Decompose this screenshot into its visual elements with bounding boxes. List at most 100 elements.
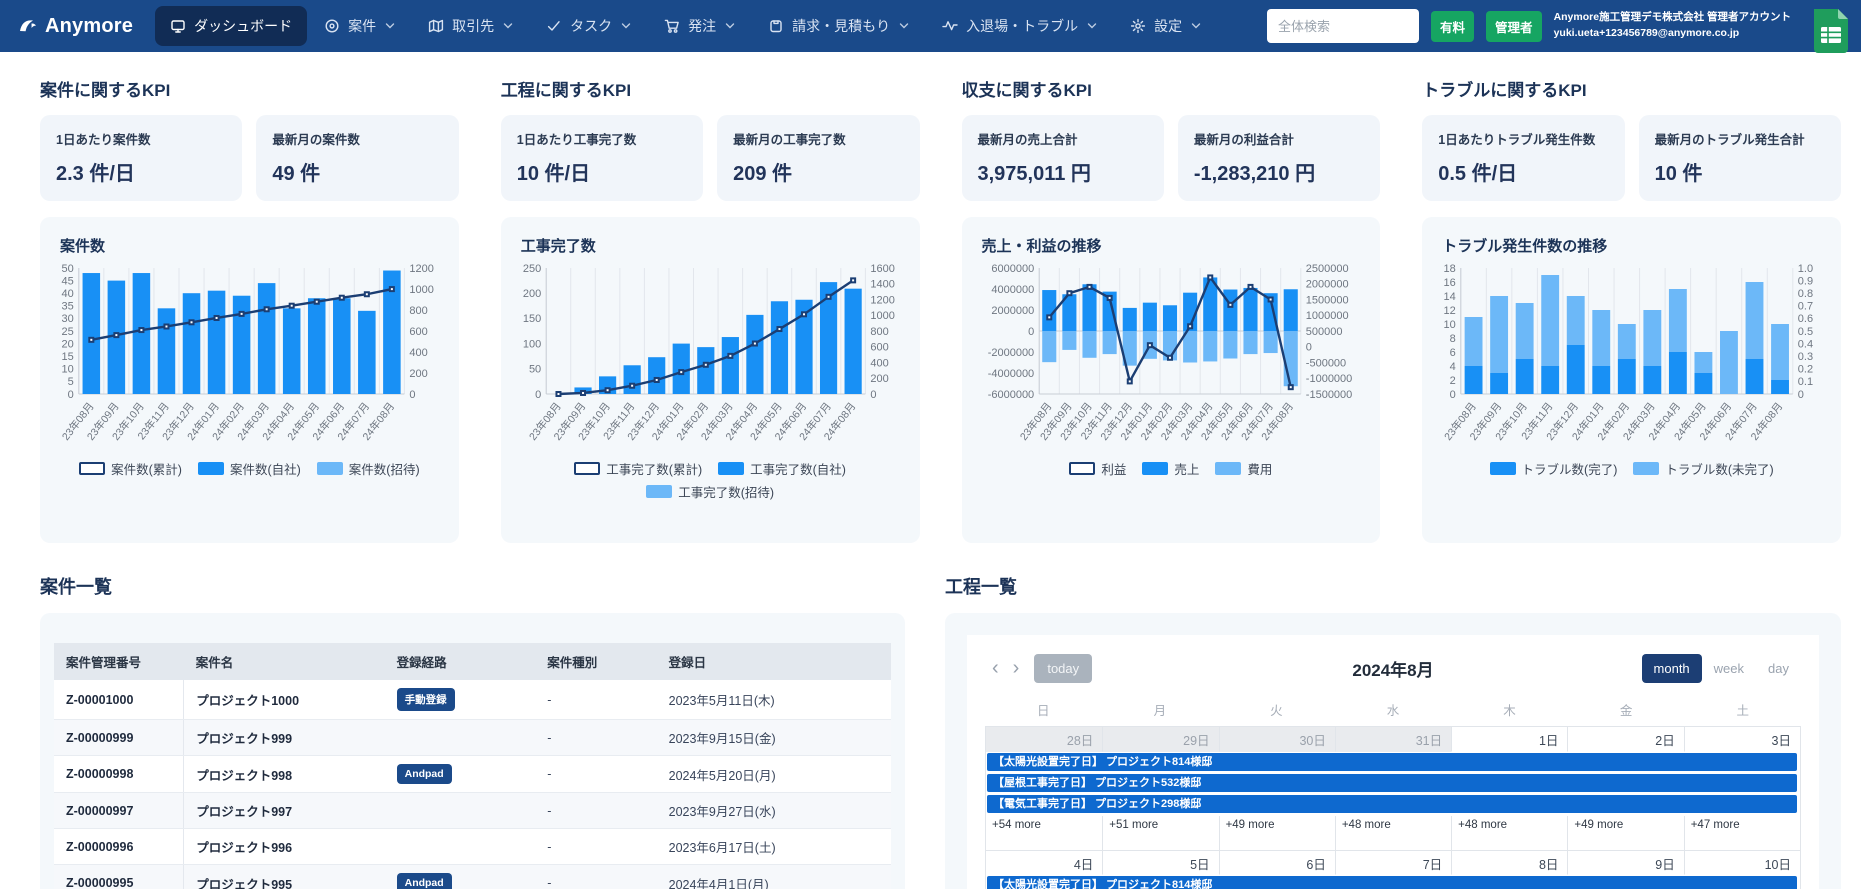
more-events-link[interactable]: +47 more: [1684, 816, 1800, 850]
svg-text:200: 200: [523, 288, 541, 300]
legend-item[interactable]: 案件数(自社): [198, 459, 301, 478]
calendar-event[interactable]: 【太陽光設置完了日】 プロジェクト814様邸: [987, 876, 1797, 889]
nav-item-ダッシュボード[interactable]: ダッシュボード: [155, 6, 307, 46]
nav-item-タスク[interactable]: タスク: [531, 6, 647, 46]
project-date: 2024年5月20日(月): [657, 756, 891, 793]
legend-item[interactable]: 案件数(招待): [317, 459, 420, 478]
legend-item[interactable]: 工事完了数(招待): [646, 482, 774, 501]
nav-item-請求・見積もり[interactable]: 請求・見積もり: [753, 6, 925, 46]
chart-card: 売上・利益の推移-6000000-4000000-200000002000000…: [962, 217, 1381, 543]
invoice-icon: [768, 18, 784, 34]
plan-badge: 有料: [1431, 11, 1474, 42]
calendar-date-cell[interactable]: 9日: [1567, 850, 1683, 875]
legend-item[interactable]: 案件数(累計): [79, 459, 182, 478]
account-info: Anymore施工管理デモ株式会社 管理者アカウント yuki.ueta+123…: [1554, 10, 1791, 42]
calendar-weekday-header: 日月火水木金土: [985, 695, 1801, 724]
calendar-date-cell[interactable]: 3日: [1684, 727, 1800, 752]
search-box: [1267, 9, 1419, 43]
svg-text:-500000: -500000: [1305, 357, 1345, 369]
svg-text:800: 800: [870, 326, 888, 338]
more-events-link[interactable]: +54 more: [986, 816, 1102, 850]
project-route: [385, 720, 536, 756]
calendar-event[interactable]: 【太陽光設置完了日】 プロジェクト814様邸: [987, 753, 1797, 771]
table-row[interactable]: Z-00000998プロジェクト998Andpad-2024年5月20日(月): [54, 756, 891, 793]
calendar-view-month[interactable]: month: [1642, 654, 1702, 683]
svg-text:6000000: 6000000: [991, 263, 1034, 275]
project-name: プロジェクト995: [184, 865, 385, 889]
projects-table: 案件管理番号案件名登録経路案件種別登録日 Z-00001000プロジェクト100…: [54, 643, 891, 889]
calendar-date-cell[interactable]: 1日: [1451, 727, 1567, 752]
spreadsheet-icon[interactable]: [1810, 7, 1852, 60]
calendar-date-cell[interactable]: 7日: [1335, 850, 1451, 875]
svg-text:-4000000: -4000000: [987, 368, 1033, 380]
table-row[interactable]: Z-00000996プロジェクト996-2023年6月17日(土): [54, 829, 891, 865]
column-header: 案件名: [184, 643, 385, 680]
project-name: プロジェクト997: [184, 793, 385, 829]
svg-text:0.3: 0.3: [1798, 351, 1813, 363]
svg-text:200: 200: [409, 368, 427, 380]
column-header: 案件種別: [535, 643, 656, 680]
svg-text:5: 5: [68, 376, 74, 388]
svg-text:18: 18: [1444, 263, 1456, 275]
legend-item[interactable]: 工事完了数(自社): [718, 459, 846, 478]
chart-title: 案件数: [60, 235, 445, 256]
map-icon: [428, 18, 444, 34]
calendar-event[interactable]: 【電気工事完了日】 プロジェクト298様邸: [987, 795, 1797, 813]
calendar-date-cell[interactable]: 10日: [1684, 850, 1800, 875]
table-row[interactable]: Z-00001000プロジェクト1000手動登録-2023年5月11日(木): [54, 680, 891, 720]
calendar-date-cell[interactable]: 5日: [1102, 850, 1218, 875]
kpi-value: 3,975,011 円: [978, 157, 1148, 186]
kpi-section-title: トラブルに関するKPI: [1422, 76, 1841, 101]
more-events-link[interactable]: +48 more: [1451, 816, 1567, 850]
brand[interactable]: Anymore: [18, 15, 133, 38]
calendar-event[interactable]: 【屋根工事完了日】 プロジェクト532様邸: [987, 774, 1797, 792]
calendar-date-cell[interactable]: 28日: [986, 727, 1102, 752]
calendar-date-cell[interactable]: 4日: [986, 850, 1102, 875]
table-row[interactable]: Z-00000995プロジェクト995Andpad-2024年4月1日(月): [54, 865, 891, 889]
calendar-date-cell[interactable]: 2日: [1567, 727, 1683, 752]
table-row[interactable]: Z-00000999プロジェクト999-2023年9月15日(金): [54, 720, 891, 756]
calendar-date-cell[interactable]: 30日: [1219, 727, 1335, 752]
kpi-chart-grid: 案件に関するKPI1日あたり案件数2.3 件/日最新月の案件数49 件案件数05…: [40, 76, 1841, 543]
kpi-section-title: 案件に関するKPI: [40, 76, 459, 101]
legend-item[interactable]: トラブル数(完了): [1490, 459, 1618, 478]
kpi-label: 最新月の工事完了数: [733, 129, 903, 148]
more-events-link[interactable]: +51 more: [1102, 816, 1218, 850]
project-name: プロジェクト998: [184, 756, 385, 793]
calendar-date-cell[interactable]: 29日: [1102, 727, 1218, 752]
table-row[interactable]: Z-00000997プロジェクト997-2023年9月27日(水): [54, 793, 891, 829]
weekday-label: 木: [1451, 695, 1568, 724]
nav-item-取引先[interactable]: 取引先: [413, 6, 529, 46]
schedule-title: 工程一覧: [945, 573, 1841, 599]
calendar-view-day[interactable]: day: [1756, 654, 1801, 683]
chart-legend: 工事完了数(累計) 工事完了数(自社) 工事完了数(招待): [515, 459, 906, 501]
kpi-card: 1日あたりトラブル発生件数0.5 件/日: [1422, 115, 1624, 201]
legend-item[interactable]: 売上: [1142, 459, 1199, 478]
calendar-date-cell[interactable]: 8日: [1451, 850, 1567, 875]
nav-item-設定[interactable]: 設定: [1115, 6, 1217, 46]
calendar-date-cell[interactable]: 31日: [1335, 727, 1451, 752]
kpi-label: 最新月の売上合計: [978, 129, 1148, 148]
project-date: 2023年6月17日(土): [657, 829, 891, 865]
global-search-input[interactable]: [1267, 9, 1419, 43]
legend-item[interactable]: 費用: [1215, 459, 1272, 478]
legend-item[interactable]: 工事完了数(累計): [574, 459, 702, 478]
project-date: 2024年4月1日(月): [657, 865, 891, 889]
more-events-link[interactable]: +49 more: [1567, 816, 1683, 850]
calendar-date-cell[interactable]: 6日: [1219, 850, 1335, 875]
nav-item-発注[interactable]: 発注: [649, 6, 751, 46]
project-type: -: [535, 865, 656, 889]
kpi-section: 案件に関するKPI1日あたり案件数2.3 件/日最新月の案件数49 件案件数05…: [40, 76, 459, 543]
legend-item[interactable]: トラブル数(未完了): [1633, 459, 1773, 478]
legend-swatch: [1142, 462, 1168, 475]
more-events-link[interactable]: +48 more: [1335, 816, 1451, 850]
nav-item-案件[interactable]: 案件: [309, 6, 411, 46]
more-events-link[interactable]: +49 more: [1219, 816, 1335, 850]
kpi-card: 最新月の案件数49 件: [256, 115, 458, 201]
calendar-view-week[interactable]: week: [1702, 654, 1756, 683]
dashboard-page: Anymore ダッシュボード案件取引先タスク発注請求・見積もり入退場・トラブル…: [0, 0, 1861, 889]
legend-item[interactable]: 利益: [1069, 459, 1126, 478]
chart-area: 0501001502002500200400600800100012001400…: [515, 260, 906, 461]
svg-text:0.9: 0.9: [1798, 275, 1813, 287]
nav-item-入退場・トラブル[interactable]: 入退場・トラブル: [927, 6, 1113, 46]
